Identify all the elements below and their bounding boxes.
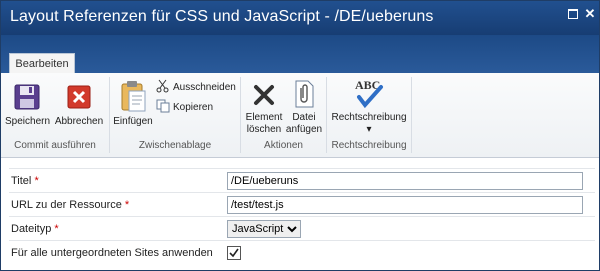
filetype-select[interactable]: JavaScript (227, 220, 301, 238)
paste-button[interactable]: Einfügen (112, 79, 154, 128)
field-label-subsites: Für alle untergeordneten Sites anwenden (11, 247, 213, 259)
cancel-icon (67, 85, 91, 109)
attach-file-button[interactable]: Datei anfügen (285, 79, 323, 136)
group-label-spelling: Rechtschreibung (331, 140, 407, 151)
spelling-button[interactable]: ABC Rechtschreibung ▾ (329, 77, 409, 136)
checkmark-icon (229, 248, 239, 258)
title-field[interactable] (227, 172, 583, 190)
form-row-filetype: Dateityp * JavaScript (9, 216, 595, 241)
maximize-button[interactable] (566, 7, 580, 21)
url-field[interactable] (227, 196, 583, 214)
scissors-icon (156, 79, 170, 96)
group-commit: Speichern Abbrechen Commit ausführen (1, 73, 109, 157)
group-spelling: ABC Rechtschreibung ▾ Rechtschreibung (327, 73, 411, 157)
group-separator (411, 77, 412, 153)
copy-button[interactable]: Kopieren (156, 99, 213, 116)
delete-icon (254, 85, 274, 105)
paste-icon (121, 81, 146, 112)
attach-icon (295, 80, 314, 108)
tab-bearbeiten[interactable]: Bearbeiten (9, 53, 75, 74)
form-row-subsites: Für alle untergeordneten Sites anwenden (9, 240, 595, 265)
title-bar: Layout Referenzen für CSS und JavaScript… (1, 1, 599, 35)
edit-form: Titel * URL zu der Ressource * Dateityp … (1, 158, 599, 270)
close-button[interactable]: ✕ (583, 7, 597, 21)
chevron-down-icon: ▾ (366, 124, 372, 135)
ribbon-tab-strip: Bearbeiten (1, 35, 599, 74)
cut-button[interactable]: Ausschneiden (156, 79, 236, 96)
group-label-clipboard: Zwischenablage (138, 140, 212, 151)
field-label-title: Titel * (11, 175, 39, 187)
window-title: Layout Referenzen für CSS und JavaScript… (10, 8, 434, 25)
field-label-filetype: Dateityp * (11, 223, 59, 235)
form-row-url: URL zu der Ressource * (9, 192, 595, 217)
spellcheck-icon: ABC (355, 78, 383, 109)
form-row-title: Titel * (9, 168, 595, 193)
subsites-checkbox[interactable] (227, 246, 241, 260)
copy-icon (156, 99, 170, 116)
save-icon (14, 84, 40, 110)
group-label-actions: Aktionen (264, 140, 303, 151)
dialog-window: Layout Referenzen für CSS und JavaScript… (0, 0, 600, 271)
save-button[interactable]: Speichern (5, 81, 50, 128)
group-label-commit: Commit ausführen (14, 140, 96, 151)
group-actions: Element löschen Datei anfügen Aktionen (241, 73, 326, 157)
ribbon: Speichern Abbrechen Commit ausführen Ein… (1, 73, 599, 158)
maximize-icon (568, 9, 578, 19)
delete-item-button[interactable]: Element löschen (245, 81, 283, 136)
group-clipboard: Einfügen Ausschneiden Kopieren Zwischena… (110, 73, 240, 157)
field-label-url: URL zu der Ressource * (11, 199, 130, 211)
cancel-button[interactable]: Abbrechen (53, 81, 105, 128)
